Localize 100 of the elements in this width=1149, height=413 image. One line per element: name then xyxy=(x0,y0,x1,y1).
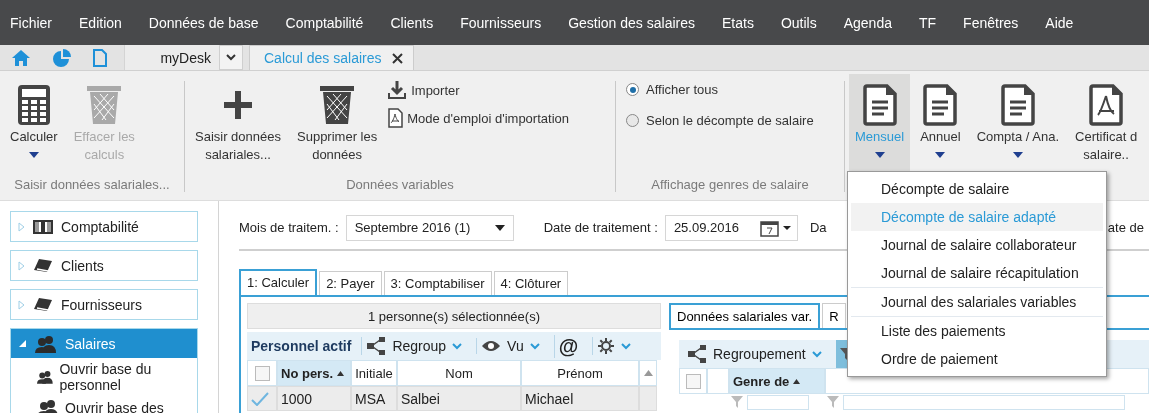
sidebar-item[interactable]: Clients xyxy=(11,251,197,280)
sidebar-item[interactable]: Salaires xyxy=(11,329,197,358)
step-tab[interactable]: 4: Clôturer xyxy=(493,271,569,295)
menu-option[interactable]: Ordre de paiement xyxy=(851,345,1103,373)
column-header[interactable]: No pers. xyxy=(277,360,351,386)
panel-tab[interactable]: R xyxy=(822,303,846,328)
filter-field[interactable] xyxy=(843,394,1125,410)
step-tab[interactable]: 2: Payer xyxy=(319,271,382,295)
field-label: Date de traitement : xyxy=(543,220,658,235)
ribbon-link[interactable]: Mode d'emploi d'importation xyxy=(387,108,569,128)
people-icon xyxy=(37,368,54,386)
group-label: Saisir données salariales... xyxy=(13,177,171,192)
field-label: ate de xyxy=(1107,220,1144,235)
home-icon[interactable] xyxy=(11,48,31,67)
chevron-down-icon xyxy=(811,350,822,358)
panel-tab[interactable]: Données salariales var. xyxy=(669,303,821,328)
column-header[interactable]: Prénom xyxy=(521,360,639,386)
hierarchy-icon xyxy=(366,337,387,355)
menu-item[interactable]: TF xyxy=(910,14,947,31)
pdf-document-icon xyxy=(387,108,404,128)
selection-header: 1 personne(s) sélectionnée(s) xyxy=(247,303,661,329)
checkbox[interactable] xyxy=(685,373,701,389)
toolbar-button[interactable]: @ xyxy=(553,334,583,358)
hierarchy-icon xyxy=(687,345,707,363)
sidebar-subitem[interactable]: Ouvrir base du personnel xyxy=(11,358,177,396)
document-icon xyxy=(1000,84,1035,126)
gear-icon xyxy=(597,337,616,355)
close-icon[interactable] xyxy=(391,52,403,64)
menu-item[interactable]: Aide xyxy=(1037,14,1084,31)
ribbon-button[interactable]: Certificat d salaire.. xyxy=(1069,74,1144,177)
menu-item[interactable]: Comptabilité xyxy=(277,14,374,31)
menu-option[interactable]: Journal des salariales variables xyxy=(851,288,1103,316)
menu-item[interactable]: Données de base xyxy=(140,14,269,31)
column-header[interactable]: Genre de xyxy=(729,368,825,394)
date-field[interactable]: 25.09.2016 xyxy=(664,214,798,241)
collapsed-icon xyxy=(18,299,25,310)
toolbar-button[interactable]: Regroupement xyxy=(683,345,826,363)
people-icon xyxy=(35,334,57,353)
eye-icon xyxy=(481,340,502,352)
book-icon xyxy=(33,218,53,235)
sidebar-item[interactable]: Comptabilité xyxy=(11,212,197,241)
table-cell: Salbei xyxy=(397,386,521,411)
menu-option[interactable]: Journal de salaire collaborateur xyxy=(851,231,1103,259)
trash-icon xyxy=(319,84,356,126)
pie-chart-icon[interactable] xyxy=(53,48,71,67)
toolbar-button[interactable]: Regroup xyxy=(361,337,467,355)
menu-option[interactable]: Décompte de salaire xyxy=(851,175,1103,203)
chevron-down-icon xyxy=(529,342,540,350)
menu-item[interactable]: Outils xyxy=(772,14,827,31)
menu-option[interactable]: Liste des paiements xyxy=(851,317,1103,345)
menu-item[interactable]: Agenda xyxy=(835,14,902,31)
month-select[interactable]: Septembre 2016 (1) xyxy=(345,214,514,241)
menu-option[interactable]: Journal de salaire récapitulation xyxy=(851,259,1103,287)
menu-item[interactable]: Gestion des salaires xyxy=(560,14,705,31)
field-label: Mois de traitem. : xyxy=(239,220,339,235)
plus-icon xyxy=(224,91,252,119)
calendar-icon[interactable] xyxy=(759,218,792,237)
table-cell: 1000 xyxy=(277,386,351,411)
ribbon-link[interactable]: Importer xyxy=(387,80,569,100)
collapsed-icon xyxy=(18,221,25,232)
caret-icon xyxy=(874,152,885,158)
sidebar-item[interactable]: Fournisseurs xyxy=(11,290,197,319)
check-icon xyxy=(251,391,269,406)
radio-button[interactable] xyxy=(626,114,639,127)
document-icon xyxy=(923,84,958,126)
caret-icon xyxy=(28,152,39,158)
expanded-icon xyxy=(18,339,27,348)
download-icon xyxy=(387,80,408,100)
menu-item[interactable]: Fournisseurs xyxy=(452,14,552,31)
group-label: Affichage genres de salaire xyxy=(650,177,810,192)
book-icon xyxy=(33,296,53,313)
sidebar-subitem[interactable]: Ouvrir base des xyxy=(11,396,177,413)
toolbar-button[interactable]: Vu xyxy=(476,338,544,354)
menu-item[interactable]: Clients xyxy=(382,14,444,31)
dropdown-button[interactable] xyxy=(219,45,243,70)
pdf-document-icon xyxy=(1089,84,1124,126)
ribbon-button[interactable]: Calculer xyxy=(4,74,64,177)
ribbon-button[interactable]: Compta / Ana. xyxy=(970,74,1065,177)
column-header[interactable]: Initiale xyxy=(351,360,397,386)
document-icon xyxy=(862,84,897,126)
document-icon[interactable] xyxy=(93,48,107,67)
caret-icon xyxy=(1012,152,1023,158)
field-label: Da xyxy=(809,220,827,235)
checkbox[interactable] xyxy=(254,365,270,381)
desk-selector[interactable]: myDesk xyxy=(124,45,219,70)
column-header[interactable]: Nom xyxy=(397,360,521,386)
scroll-up-icon[interactable] xyxy=(643,370,653,376)
ribbon-button[interactable]: Saisir données salariales... xyxy=(189,74,287,177)
menu-item[interactable]: Edition xyxy=(71,14,132,31)
step-tab[interactable]: 1: Calculer xyxy=(239,269,318,295)
step-tab[interactable]: 3: Comptabiliser xyxy=(383,271,492,295)
ribbon-button[interactable]: Annuel xyxy=(914,74,967,177)
filter-field[interactable] xyxy=(747,394,809,410)
menu-item[interactable]: Etats xyxy=(714,14,764,31)
menu-item[interactable]: Fenêtres xyxy=(955,14,1029,31)
menu-item[interactable]: Fichier xyxy=(2,14,62,31)
row-checkbox[interactable] xyxy=(247,386,277,411)
radio-button[interactable] xyxy=(626,83,639,96)
chevron-down-icon xyxy=(621,342,632,350)
ribbon-button[interactable]: Supprimer les données xyxy=(291,74,384,177)
